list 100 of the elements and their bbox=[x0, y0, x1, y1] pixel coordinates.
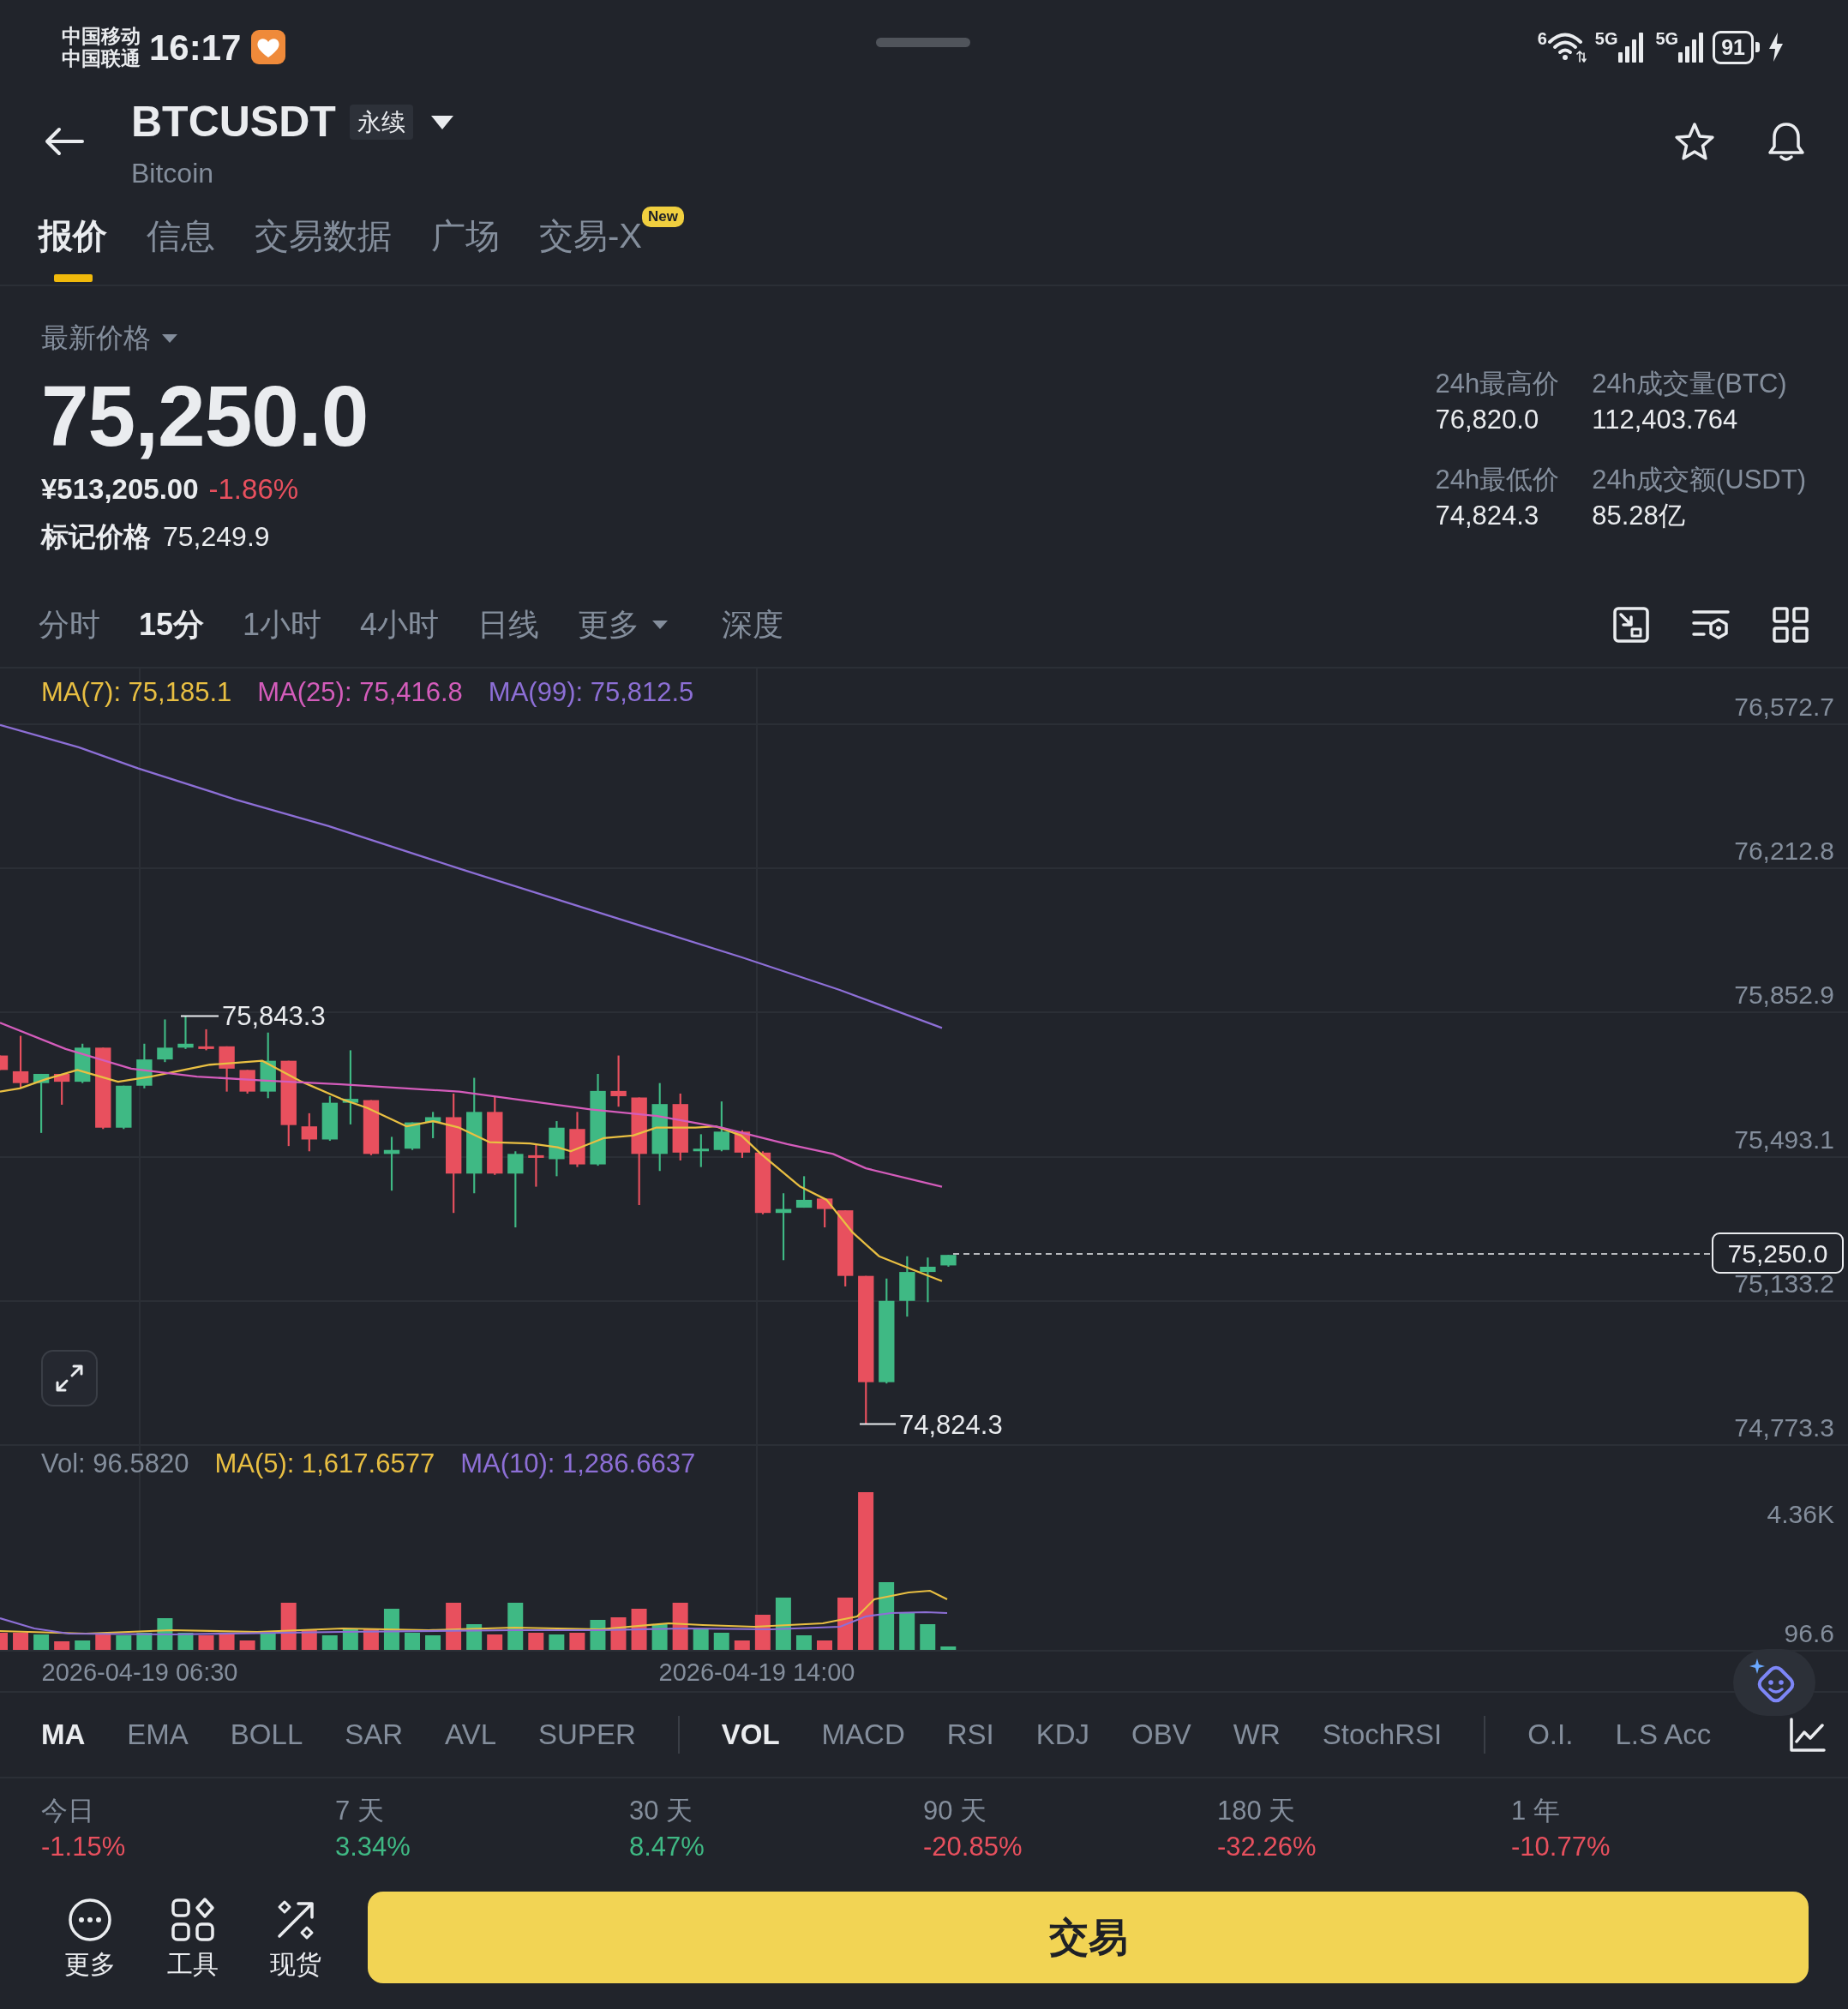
volume-bar bbox=[198, 1635, 214, 1650]
interval-tab[interactable]: 4小时 bbox=[360, 606, 440, 644]
volume-bar bbox=[672, 1603, 688, 1650]
volume-bar bbox=[383, 1609, 399, 1650]
volume-bar bbox=[940, 1646, 957, 1650]
indicator-tab[interactable]: RSI bbox=[946, 1718, 994, 1752]
axis-label: 74,773.3 bbox=[1734, 1413, 1834, 1442]
line-chart-icon[interactable] bbox=[1790, 1718, 1826, 1752]
stat-value: 112,403.764 bbox=[1592, 404, 1739, 436]
candlestick bbox=[528, 1144, 544, 1187]
grid-icon[interactable] bbox=[1773, 607, 1809, 643]
interval-tab[interactable]: 日线 bbox=[477, 606, 540, 644]
period-label: 1 年 bbox=[1511, 1795, 1561, 1827]
volume-bar bbox=[775, 1598, 791, 1650]
indicator-tab[interactable]: AVL bbox=[445, 1718, 497, 1752]
candlestick bbox=[424, 1112, 441, 1138]
candlestick bbox=[610, 1055, 627, 1107]
toolbar-button[interactable]: 更多 bbox=[39, 1877, 141, 1980]
volume-bar bbox=[239, 1640, 255, 1650]
indicator-tab[interactable]: BOLL bbox=[230, 1718, 303, 1752]
interval-tab[interactable]: 15分 bbox=[139, 606, 205, 644]
last-price: 75,250.0 bbox=[41, 372, 369, 459]
candlestick bbox=[713, 1101, 730, 1152]
leader-line bbox=[180, 1015, 219, 1017]
carrier-name: 中国移动 bbox=[62, 24, 141, 47]
clock-time: 16:17 bbox=[149, 26, 242, 69]
volume-bar bbox=[321, 1635, 338, 1650]
axis-label: 76,212.8 bbox=[1734, 837, 1834, 865]
indicator-tab[interactable]: OBV bbox=[1131, 1718, 1191, 1752]
volume-bar bbox=[13, 1633, 29, 1650]
tab[interactable]: 广场 bbox=[431, 206, 500, 282]
tab[interactable]: 报价 bbox=[39, 206, 107, 282]
volume-bar bbox=[260, 1633, 276, 1650]
interval-tab[interactable]: 深度 bbox=[722, 606, 784, 644]
indicator-tab[interactable]: VOL bbox=[721, 1718, 780, 1752]
volume-bar bbox=[631, 1609, 647, 1650]
symbol-subtitle: Bitcoin bbox=[131, 157, 215, 190]
volume-bar bbox=[95, 1633, 111, 1650]
network-type-label: 5G bbox=[1594, 30, 1618, 47]
indicator-tab[interactable]: WR bbox=[1233, 1718, 1281, 1752]
stat-value: 74,824.3 bbox=[1435, 500, 1540, 532]
indicator-tab[interactable]: EMA bbox=[127, 1718, 189, 1752]
candlestick bbox=[198, 1028, 214, 1051]
candlestick bbox=[33, 1073, 50, 1133]
indicator-value: MA(25): 75,416.8 bbox=[257, 676, 463, 709]
caret-icon bbox=[161, 333, 178, 344]
wifi-icon bbox=[1546, 30, 1587, 64]
wifi-standard-label: 6 bbox=[1537, 30, 1547, 47]
signal-bars-icon bbox=[1617, 32, 1644, 63]
period-change: -32.26% bbox=[1217, 1831, 1317, 1863]
indicator-tab[interactable]: MACD bbox=[821, 1718, 905, 1752]
indicator-tab[interactable]: O.I. bbox=[1527, 1718, 1574, 1752]
interval-tab[interactable]: 分时 bbox=[39, 606, 100, 644]
toolbar-button[interactable]: 现货 bbox=[244, 1877, 347, 1980]
price-type-dropdown[interactable]: 最新价格 bbox=[41, 321, 178, 357]
axis-label: 2026-04-19 14:00 bbox=[658, 1658, 855, 1688]
indicator-tab[interactable]: L.S Acc bbox=[1615, 1718, 1712, 1752]
leader-line bbox=[859, 1423, 897, 1425]
fiat-price: ¥513,205.00 bbox=[41, 471, 199, 507]
volume-bar bbox=[0, 1633, 8, 1650]
indicator-tab[interactable]: MA bbox=[41, 1718, 86, 1752]
toolbar-button[interactable]: 工具 bbox=[141, 1877, 244, 1980]
indicator-value: MA(7): 75,185.1 bbox=[41, 676, 232, 709]
volume-bar bbox=[177, 1633, 194, 1650]
interval-tab[interactable]: 1小时 bbox=[243, 606, 322, 644]
period-change: 3.34% bbox=[335, 1831, 411, 1863]
axis-label: 75,493.1 bbox=[1734, 1125, 1834, 1154]
candlestick bbox=[239, 1070, 255, 1094]
period-change: -20.85% bbox=[923, 1831, 1023, 1863]
signal-bars-icon bbox=[1678, 32, 1705, 63]
volume-bar bbox=[693, 1628, 709, 1650]
volume-bar bbox=[219, 1633, 235, 1650]
volume-bar bbox=[280, 1603, 297, 1650]
carrier-name: 中国联通 bbox=[62, 47, 141, 70]
volume-bar bbox=[507, 1603, 524, 1650]
tab[interactable]: 交易数据 bbox=[255, 206, 392, 282]
trade-button[interactable]: 交易 bbox=[368, 1892, 1809, 1983]
tab[interactable]: 交易-X bbox=[539, 206, 642, 282]
candlestick bbox=[899, 1256, 915, 1317]
caret-icon[interactable] bbox=[429, 114, 454, 130]
axis-label: 2026-04-19 06:30 bbox=[41, 1658, 238, 1688]
period-label: 7 天 bbox=[335, 1795, 385, 1827]
candlestick bbox=[693, 1134, 709, 1167]
indicator-tab[interactable]: SAR bbox=[345, 1718, 404, 1752]
volume-bar bbox=[795, 1635, 812, 1650]
indicator-tab[interactable]: SUPER bbox=[538, 1718, 636, 1752]
volume-bar bbox=[136, 1633, 153, 1650]
candlestick bbox=[569, 1112, 585, 1167]
indicator-tab[interactable]: StochRSI bbox=[1322, 1718, 1443, 1752]
volume-bar bbox=[405, 1633, 420, 1650]
tab[interactable]: 信息 bbox=[147, 206, 215, 282]
volume-bar bbox=[75, 1640, 91, 1650]
volume-bar bbox=[734, 1640, 750, 1650]
volume-bar bbox=[54, 1641, 70, 1650]
candlestick bbox=[549, 1121, 565, 1177]
indicator-tab[interactable]: KDJ bbox=[1035, 1718, 1090, 1752]
more-intervals-dropdown[interactable]: 更多 bbox=[578, 606, 669, 644]
candlestick bbox=[404, 1122, 421, 1150]
period-label: 今日 bbox=[41, 1795, 95, 1827]
expand-button[interactable] bbox=[41, 1350, 98, 1406]
